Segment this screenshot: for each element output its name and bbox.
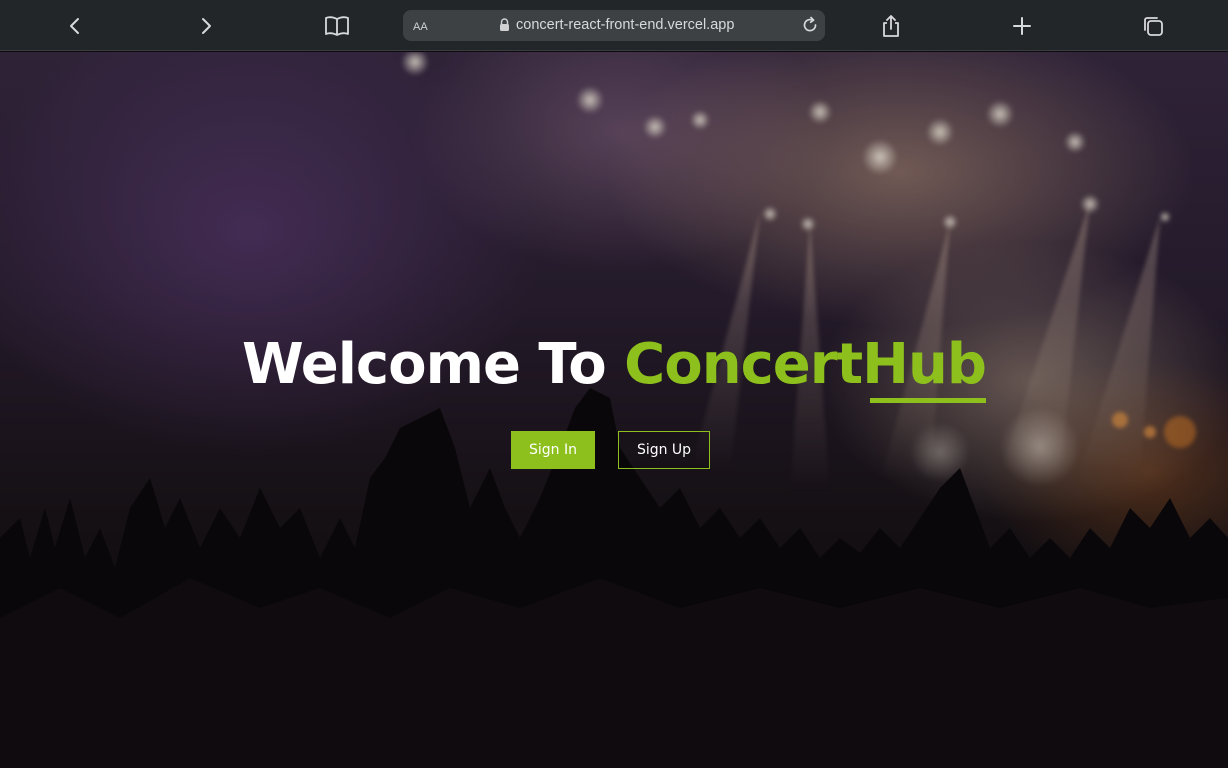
url-text: concert-react-front-end.vercel.app [516,17,735,33]
brand-name-hub: Hub [862,332,987,397]
share-button[interactable] [874,9,908,43]
share-icon [883,15,899,37]
tabs-icon [1144,17,1163,36]
reload-icon[interactable] [800,15,820,35]
bookmarks-button[interactable] [320,9,354,43]
forward-button[interactable] [189,9,223,43]
address-bar[interactable]: AA concert-react-front-end.vercel.app [403,10,825,41]
new-tab-button[interactable] [1005,9,1039,43]
plus-icon [1013,17,1031,35]
book-icon [325,16,349,36]
chevron-right-icon [202,18,211,34]
browser-toolbar: AA concert-react-front-end.vercel.app [0,0,1228,51]
hero-title: Welcome To ConcertHub [0,332,1228,397]
sign-in-button[interactable]: Sign In [511,431,595,469]
brand-name-concert: Concert [624,332,863,397]
tabs-overview-button[interactable] [1136,9,1170,43]
hero-overlay [0,52,1228,768]
lock-icon [500,18,509,31]
chevron-left-icon [70,18,79,34]
reader-button[interactable]: AA [413,18,428,33]
back-button[interactable] [58,9,92,43]
hero-title-prefix: Welcome To [241,332,625,397]
hero-section: Welcome To ConcertHub Sign In Sign Up [0,52,1228,768]
sign-up-button[interactable]: Sign Up [618,431,710,469]
